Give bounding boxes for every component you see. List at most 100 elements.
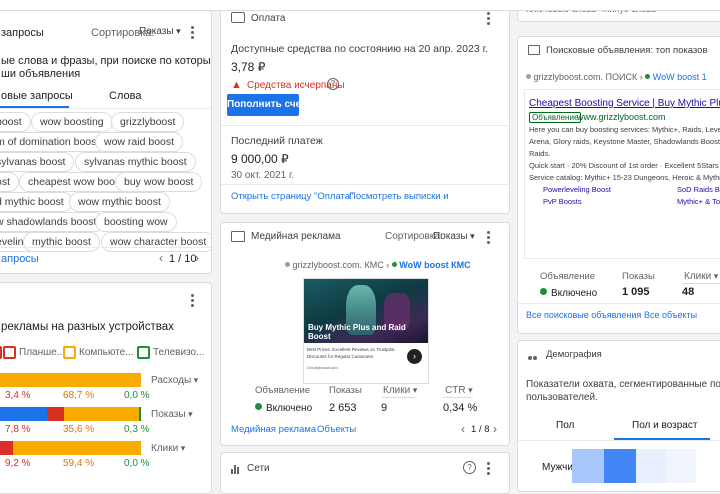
ad-preview-box[interactable]: Cheapest Boosting Service | Buy Mythic P… — [524, 89, 720, 259]
legend-tablet-icon — [3, 346, 20, 360]
card-title: рекламы на разных устройствах — [1, 321, 174, 333]
sitelink[interactable]: SoD Raids Bo — [677, 185, 720, 194]
ad-badge: Объявление — [529, 112, 582, 123]
pct-computer: 59,4 % — [63, 458, 95, 469]
bar-impr-tablet — [47, 407, 64, 421]
sitelink[interactable]: PvP Boosts — [543, 197, 582, 206]
divider — [518, 303, 720, 304]
metric-dropdown-spend[interactable]: Расходы — [151, 375, 198, 386]
all-objects-link[interactable]: Все объекты — [644, 310, 697, 320]
divider — [221, 184, 509, 185]
keyword-chip[interactable]: sylvanas mythic boost — [75, 152, 196, 172]
ad-headline-link[interactable]: Cheapest Boosting Service | Buy Mythic P… — [529, 98, 720, 109]
bar-clicks-computer — [13, 441, 141, 455]
tab-gender-age[interactable]: Пол и возраст — [632, 420, 697, 431]
keyword-chip[interactable]: ost — [0, 172, 20, 192]
pager-prev-icon[interactable]: ‹ — [461, 422, 465, 436]
col-clicks-dropdown[interactable]: Клики — [383, 385, 417, 396]
bar-impr-tv — [139, 407, 141, 421]
metric-dropdown-clicks[interactable]: Клики — [151, 443, 185, 454]
pct-tv: 0,3 % — [124, 424, 150, 435]
tab-gender[interactable]: Пол — [556, 420, 574, 431]
all-queries-link[interactable]: апросы — [1, 253, 39, 265]
legend-tablet-label: Планше... — [19, 347, 66, 358]
topup-button[interactable]: Пополнить счет — [227, 94, 306, 116]
ctr-value: 0,34 % — [443, 402, 478, 414]
pct-tv: 0,0 % — [124, 390, 150, 401]
open-payments-link[interactable]: Открыть страницу "Оплата" — [231, 191, 353, 202]
pct-tablet: 3,4 % — [5, 390, 31, 401]
bar-impr-mobile — [0, 407, 47, 421]
campaign-breadcrumb[interactable]: grizzlyboost.com. ПОИСК › WoW boost 1 — [526, 72, 707, 82]
metric-dropdown-impr[interactable]: Показы — [151, 409, 193, 420]
status-text: Включено — [266, 403, 313, 414]
tab-words[interactable]: Слова — [109, 90, 141, 102]
statements-link[interactable]: Посмотреть выписки и — [349, 191, 449, 202]
tab-divider — [518, 440, 720, 441]
col-clicks-dropdown[interactable]: Клики — [684, 271, 718, 282]
keyword-chip[interactable]: wow character boost — [101, 232, 211, 252]
crumb-domain[interactable]: grizzlyboost.com. ПОИСК — [534, 72, 638, 82]
keyword-chip[interactable]: grizzlyboost — [111, 112, 185, 132]
heatmap-cell[interactable] — [604, 449, 636, 483]
heatmap-cell[interactable] — [636, 449, 666, 483]
sort-dropdown[interactable]: Показы — [139, 26, 181, 37]
keyword-chip[interactable]: mythic boost — [23, 232, 100, 252]
sort-dropdown[interactable]: Показы — [433, 231, 475, 242]
col-ad: Объявление — [540, 271, 596, 282]
keyword-chip[interactable]: buy wow boost — [115, 172, 203, 192]
ad-text-2: Discounts for Regular Customers — [307, 354, 374, 359]
help-icon[interactable]: ? — [463, 461, 476, 474]
more-menu-icon[interactable] — [487, 10, 491, 27]
crumb-domain[interactable]: grizzlyboost.com. КМС — [293, 260, 384, 270]
keyword-chip[interactable]: w shadowlands boost — [0, 212, 106, 232]
pager-next-icon[interactable]: › — [493, 422, 497, 436]
help-icon[interactable]: ? — [327, 78, 339, 90]
ad-callouts: Quick start · 20% Discount of 1st order … — [529, 161, 720, 170]
more-menu-icon[interactable] — [487, 460, 491, 477]
objects-link[interactable]: Объекты — [317, 424, 356, 435]
col-ctr-dropdown[interactable]: CTR — [445, 385, 473, 396]
impressions-value: 2 653 — [329, 402, 357, 414]
networks-card: Сети ? — [220, 452, 510, 494]
crumb-campaign[interactable]: WoW boost 1 — [653, 72, 707, 82]
tab-search-queries[interactable]: овые запросы — [1, 90, 73, 102]
bar-spend-computer — [0, 373, 141, 387]
last-payment-value: 9 000,00 ₽ — [231, 152, 289, 166]
crumb-campaign[interactable]: WoW boost КМС — [399, 260, 470, 270]
all-search-ads-link[interactable]: Все поисковые объявления — [526, 310, 641, 320]
campaign-breadcrumb[interactable]: grizzlyboost.com. КМС › WoW boost КМС — [285, 260, 471, 270]
ad-status: Включено — [255, 403, 312, 414]
ad-arrow-icon[interactable]: › — [407, 349, 422, 364]
funds-value: 3,78 ₽ — [231, 60, 266, 74]
keyword-chip[interactable]: boosting wow — [95, 212, 177, 232]
heatmap-cell[interactable] — [572, 449, 604, 483]
more-menu-icon[interactable] — [191, 292, 195, 309]
keyword-chip[interactable]: sylvanas boost — [0, 152, 75, 172]
bar-impr-computer — [64, 407, 139, 421]
keyword-chip[interactable]: wow boosting — [31, 112, 113, 132]
keyword-chip[interactable]: boost — [0, 112, 31, 132]
header-underline — [443, 397, 473, 398]
media-ads-card: Медийная реклама Сортировка: Показы griz… — [220, 222, 510, 446]
wallet-icon — [231, 12, 245, 23]
card-description: ые слова и фразы, при поиске по которым — [1, 55, 212, 67]
card-description-2: пользователей. — [526, 392, 598, 403]
bar-clicks-tablet — [0, 441, 13, 455]
media-ads-link[interactable]: Медийная реклама — [231, 424, 316, 435]
keyword-chip[interactable]: wow mythic boost — [69, 192, 170, 212]
more-menu-icon[interactable] — [487, 229, 491, 246]
keyword-chip[interactable]: d mythic boost — [0, 192, 73, 212]
more-menu-icon[interactable] — [191, 24, 195, 41]
heatmap-cell[interactable] — [666, 449, 696, 483]
col-ad: Объявление — [255, 385, 311, 396]
keyword-chip[interactable]: m of domination boost — [0, 132, 109, 152]
pager-prev-icon[interactable]: ‹ — [159, 251, 163, 265]
pager-next-icon[interactable]: › — [195, 251, 199, 265]
sitelink[interactable]: Powerleveling Boost — [543, 185, 611, 194]
legend-tv-label: Телевизо... — [153, 347, 205, 358]
sitelink[interactable]: Mythic+ & Torg — [677, 197, 720, 206]
keyword-chip[interactable]: wow raid boost — [95, 132, 184, 152]
ad-description: Arena, Glory raids, Keystone Master, Sha… — [529, 137, 720, 146]
ad-preview[interactable]: Buy Mythic Plus and Raid Boost Best Pric… — [303, 278, 429, 384]
